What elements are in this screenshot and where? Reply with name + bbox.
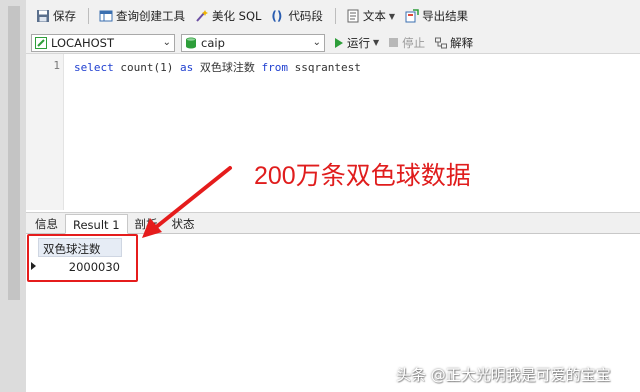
query-builder-icon: [99, 9, 113, 23]
connection-toolbar: LOCAHOST ⌄ caip ⌄ 运行 ▼ 停止 解释: [26, 32, 640, 54]
connection-icon: [35, 36, 47, 49]
database-value: caip: [201, 35, 225, 50]
export-results-button[interactable]: 导出结果: [401, 5, 472, 27]
query-builder-label: 查询创建工具: [116, 9, 185, 23]
text-label: 文本: [362, 9, 386, 23]
chevron-down-icon[interactable]: ⌄: [313, 37, 321, 48]
snippet-icon: (): [271, 9, 283, 23]
save-button[interactable]: 保存: [32, 5, 80, 27]
sql-table-name: ssqrantest: [294, 61, 361, 74]
tab-result-1[interactable]: Result 1: [65, 214, 128, 234]
sql-keyword-from: from: [261, 61, 288, 74]
chevron-down-icon[interactable]: ▼: [389, 12, 395, 21]
stop-button[interactable]: 停止: [389, 35, 425, 51]
left-scrollbar[interactable]: [8, 6, 20, 300]
sql-function: count(1): [120, 61, 174, 74]
connection-select[interactable]: LOCAHOST ⌄: [31, 33, 175, 52]
sql-keyword-as: as: [179, 61, 194, 74]
sql-keyword-select: select: [74, 61, 114, 74]
line-number: 1: [53, 59, 60, 72]
beautify-icon: [195, 9, 209, 23]
watermark-text: 头条 @正大光明我是可爱的宝宝: [396, 366, 611, 384]
text-button[interactable]: 文本 ▼: [342, 5, 399, 27]
highlight-box: [27, 234, 138, 282]
toolbar-divider: [334, 8, 336, 24]
explain-icon: [435, 37, 448, 49]
main-toolbar: 保存 查询创建工具 美化 SQL () 代码段 文本 ▼ 导出结果: [26, 0, 640, 32]
export-icon: [405, 9, 419, 23]
export-label: 导出结果: [422, 9, 469, 23]
save-label: 保存: [53, 9, 76, 23]
run-icon: [335, 37, 343, 48]
line-number-gutter: 1: [26, 54, 64, 210]
run-button[interactable]: 运行 ▼: [335, 35, 379, 51]
tab-info[interactable]: 信息: [28, 213, 65, 233]
connection-value: LOCAHOST: [51, 35, 114, 50]
beautify-label: 美化 SQL: [212, 9, 262, 23]
database-icon: [185, 37, 197, 49]
beautify-sql-button[interactable]: 美化 SQL: [191, 5, 265, 27]
stop-icon: [389, 38, 399, 47]
chevron-down-icon[interactable]: ⌄: [163, 37, 171, 48]
annotation-text: 200万条双色球数据: [254, 162, 471, 190]
result-tabs: 信息 Result 1 剖析 状态: [26, 212, 640, 234]
explain-button[interactable]: 解释: [435, 35, 473, 51]
database-select[interactable]: caip ⌄: [181, 33, 325, 52]
tab-profile[interactable]: 剖析: [128, 213, 165, 233]
run-label: 运行: [347, 35, 370, 50]
toolbar-divider: [88, 8, 89, 24]
text-icon: [346, 9, 360, 23]
save-icon: [36, 9, 50, 23]
chevron-down-icon[interactable]: ▼: [373, 38, 379, 47]
snippet-button[interactable]: () 代码段: [267, 5, 327, 27]
stop-label: 停止: [402, 35, 426, 50]
tab-status[interactable]: 状态: [165, 213, 202, 233]
snippet-label: 代码段: [288, 9, 323, 23]
sql-code-line[interactable]: select count(1) as 双色球注数 from ssqrantest: [74, 59, 361, 75]
explain-label: 解释: [450, 35, 474, 50]
query-builder-button[interactable]: 查询创建工具: [95, 5, 189, 27]
left-panel-strip: [0, 0, 26, 392]
sql-alias: 双色球注数: [199, 61, 255, 74]
